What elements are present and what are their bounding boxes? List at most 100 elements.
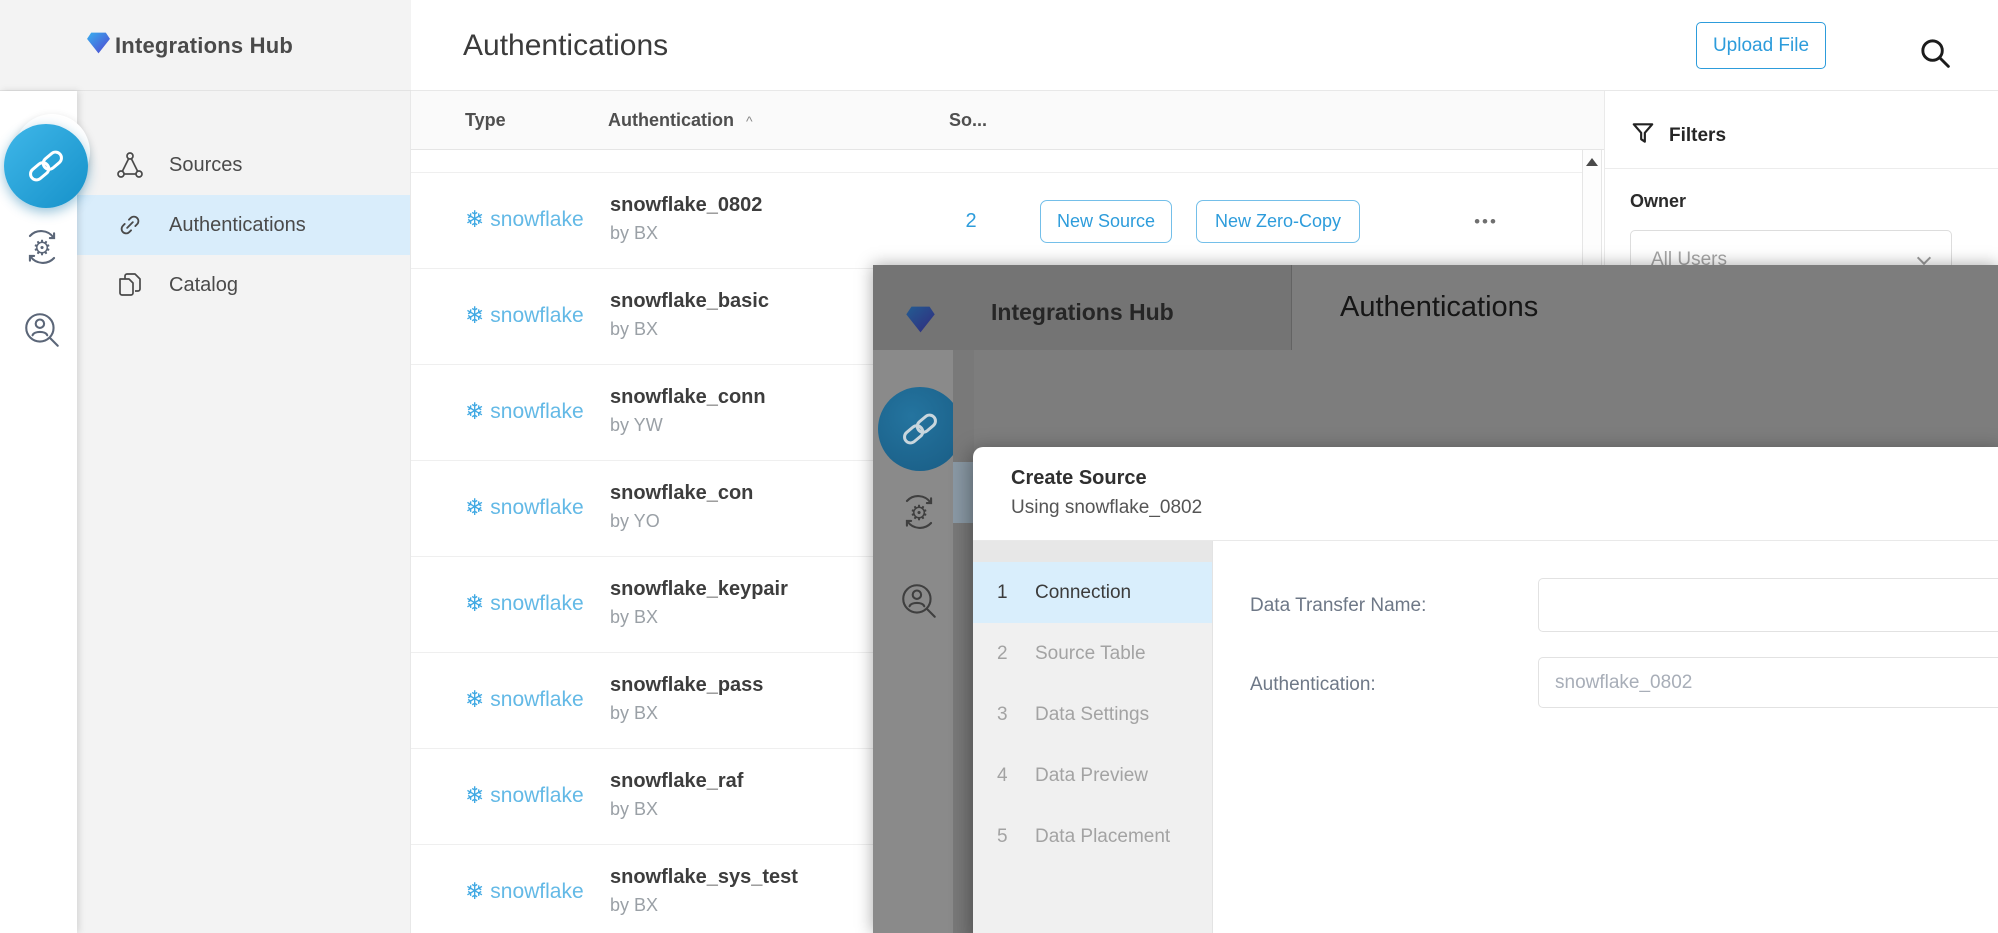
auth-owner: by BX bbox=[610, 319, 658, 340]
column-authentication[interactable]: Authentication ^ bbox=[608, 91, 753, 150]
data-transfer-name-label: Data Transfer Name: bbox=[1250, 595, 1426, 617]
chevron-down-icon bbox=[1917, 251, 1931, 265]
chain-link-icon bbox=[899, 408, 941, 450]
snowflake-logo: ❄snowflake bbox=[465, 303, 584, 329]
wizard-steps: 1 Connection 2 Source Table 3 Data Setti… bbox=[973, 541, 1213, 933]
chain-link-icon bbox=[25, 145, 67, 187]
overlay-nav-highlight-sliver bbox=[953, 462, 974, 523]
divider bbox=[1291, 265, 1292, 350]
column-type[interactable]: Type bbox=[465, 91, 506, 150]
snowflake-logo: ❄snowflake bbox=[465, 495, 584, 521]
step-data-preview[interactable]: 4 Data Preview bbox=[973, 745, 1212, 806]
auth-owner: by YO bbox=[610, 511, 660, 532]
scrolled-row-sliver bbox=[411, 150, 1582, 173]
snowflake-icon: ❄ bbox=[465, 783, 484, 809]
overlay-window: Integrations Hub Authentications bbox=[873, 265, 1998, 933]
column-sources[interactable]: So... bbox=[949, 91, 987, 150]
step-connection[interactable]: 1 Connection bbox=[973, 562, 1212, 623]
modal-subtitle: Using snowflake_0802 bbox=[1011, 497, 1202, 519]
row-menu-dots-icon[interactable]: ••• bbox=[1451, 200, 1521, 243]
sidebar-nav: Sources Authentications bbox=[77, 91, 411, 933]
svg-text:⚙: ⚙ bbox=[33, 236, 52, 260]
authentication-input[interactable] bbox=[1538, 657, 1998, 708]
brand-gem-icon bbox=[905, 305, 936, 339]
snowflake-logo: ❄snowflake bbox=[465, 879, 584, 905]
authentication-label: Authentication: bbox=[1250, 674, 1376, 696]
auth-owner: by BX bbox=[610, 703, 658, 724]
auth-name: snowflake_raf bbox=[610, 770, 743, 793]
sidebar-item-catalog[interactable]: Catalog bbox=[77, 255, 410, 315]
snowflake-icon: ❄ bbox=[465, 399, 484, 425]
overlay-header: Integrations Hub Authentications bbox=[873, 265, 1998, 350]
snowflake-logo: ❄snowflake bbox=[465, 399, 584, 425]
link-icon bbox=[115, 210, 145, 240]
svg-text:⚙: ⚙ bbox=[910, 501, 929, 525]
filter-funnel-icon bbox=[1630, 120, 1656, 152]
modal-title: Create Source bbox=[1011, 467, 1147, 490]
auth-owner: by BX bbox=[610, 607, 658, 628]
steps-top-strip bbox=[973, 541, 1212, 562]
upload-file-button[interactable]: Upload File bbox=[1696, 22, 1826, 69]
snowflake-icon: ❄ bbox=[465, 879, 484, 905]
sidebar-item-label: Sources bbox=[169, 154, 242, 177]
sync-settings-icon[interactable]: ⚙ bbox=[21, 226, 63, 268]
auth-name: snowflake_basic bbox=[610, 290, 769, 313]
sidebar-item-label: Catalog bbox=[169, 274, 238, 297]
user-search-icon bbox=[898, 580, 940, 622]
snowflake-icon: ❄ bbox=[465, 591, 484, 617]
sort-asc-icon: ^ bbox=[746, 113, 753, 129]
divider bbox=[1605, 168, 1998, 169]
auth-name: snowflake_conn bbox=[610, 386, 766, 409]
filters-title: Filters bbox=[1630, 120, 1726, 152]
table-row[interactable]: ❄snowflake snowflake_0802 by BX 2 New So… bbox=[411, 173, 1582, 269]
new-source-button[interactable]: New Source bbox=[1040, 200, 1172, 243]
data-transfer-name-input[interactable] bbox=[1538, 578, 1998, 632]
sources-icon bbox=[115, 150, 145, 180]
search-icon[interactable] bbox=[1918, 36, 1952, 70]
sidebar-item-label: Authentications bbox=[169, 214, 306, 237]
auth-owner: by BX bbox=[610, 223, 658, 244]
auth-owner: by YW bbox=[610, 415, 663, 436]
integrations-link-button[interactable] bbox=[4, 124, 88, 208]
step-data-placement[interactable]: 5 Data Placement bbox=[973, 806, 1212, 867]
main-header: Authentications Upload File bbox=[411, 0, 1998, 91]
auth-owner: by BX bbox=[610, 799, 658, 820]
create-source-modal: Create Source Using snowflake_0802 1 Con… bbox=[973, 447, 1998, 933]
user-search-icon[interactable] bbox=[21, 309, 63, 351]
auth-name: snowflake_con bbox=[610, 482, 753, 505]
auth-name: snowflake_0802 bbox=[610, 194, 762, 217]
snowflake-icon: ❄ bbox=[465, 207, 484, 233]
table-header: Type Authentication ^ So... bbox=[411, 91, 1604, 150]
overlay-icon-rail: ⚙ bbox=[873, 350, 953, 933]
scroll-up-icon[interactable] bbox=[1586, 158, 1598, 166]
snowflake-logo: ❄snowflake bbox=[465, 687, 584, 713]
sidebar-item-sources[interactable]: Sources bbox=[77, 135, 410, 195]
catalog-icon bbox=[115, 270, 145, 300]
snowflake-icon: ❄ bbox=[465, 495, 484, 521]
auth-name: snowflake_pass bbox=[610, 674, 763, 697]
step-source-table[interactable]: 2 Source Table bbox=[973, 623, 1212, 684]
sidebar-item-authentications[interactable]: Authentications bbox=[77, 195, 410, 255]
brand-gem-icon bbox=[86, 31, 111, 60]
sidebar-header: Integrations Hub bbox=[0, 0, 411, 91]
overlay-sidebar-sliver bbox=[953, 350, 974, 933]
snowflake-logo: ❄snowflake bbox=[465, 207, 584, 233]
sync-settings-icon: ⚙ bbox=[898, 491, 940, 533]
snowflake-logo: ❄snowflake bbox=[465, 783, 584, 809]
auth-name: snowflake_sys_test bbox=[610, 866, 798, 889]
snowflake-icon: ❄ bbox=[465, 687, 484, 713]
snowflake-icon: ❄ bbox=[465, 303, 484, 329]
auth-owner: by BX bbox=[610, 895, 658, 916]
overlay-brand-title: Integrations Hub bbox=[991, 265, 1174, 350]
brand-title: Integrations Hub bbox=[115, 0, 293, 91]
auth-name: snowflake_keypair bbox=[610, 578, 788, 601]
integrations-link-button bbox=[878, 387, 962, 471]
snowflake-logo: ❄snowflake bbox=[465, 591, 584, 617]
page-title: Authentications bbox=[463, 0, 668, 91]
new-zero-copy-button[interactable]: New Zero-Copy bbox=[1196, 200, 1360, 243]
icon-rail: ⚙ bbox=[0, 91, 77, 933]
step-data-settings[interactable]: 3 Data Settings bbox=[973, 684, 1212, 745]
overlay-page-title: Authentications bbox=[1340, 265, 1538, 350]
sources-count[interactable]: 2 bbox=[951, 173, 991, 269]
overlay-backdrop: ⚙ Create Source Using snowflake_0802 bbox=[873, 350, 1998, 933]
